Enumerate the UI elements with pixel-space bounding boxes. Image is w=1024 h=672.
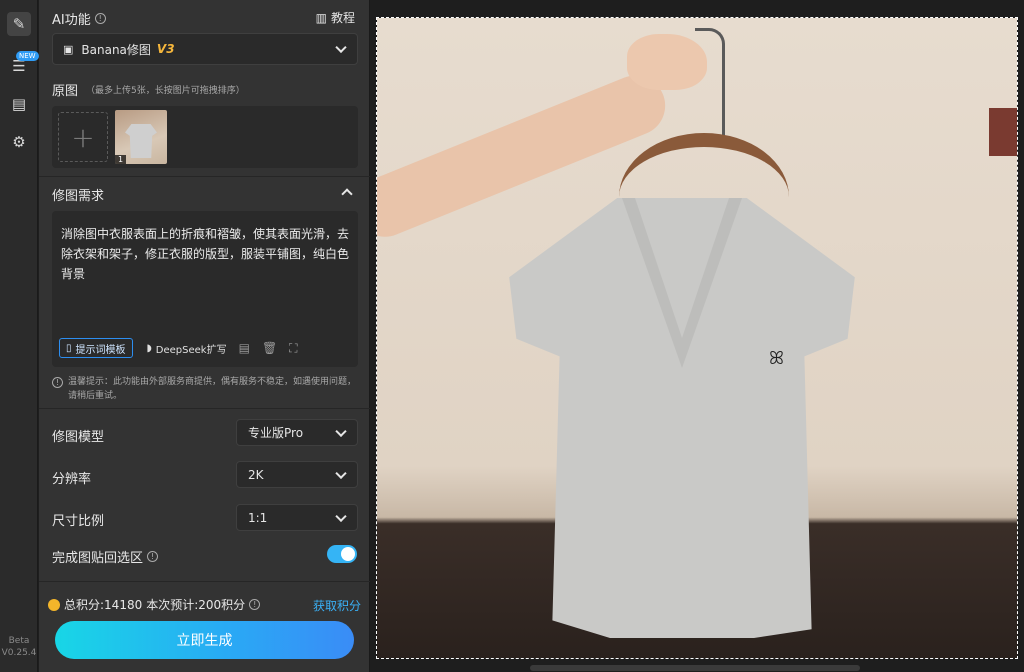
gear-icon[interactable]: ⚙ (7, 130, 31, 154)
divider (39, 581, 370, 582)
deepseek-label: DeepSeek扩写 (155, 344, 227, 356)
version-beta: Beta (8, 636, 30, 646)
thumbnail-index: 1 (115, 155, 127, 164)
book-icon: ▥ (315, 10, 327, 25)
divider (39, 176, 370, 177)
ratio-label: 尺寸比例 (52, 514, 105, 529)
points-summary: 总积分:14180 本次预计:200积分 ! (48, 596, 261, 613)
ai-panel: AI功能 ! ▥ 教程 ▣ Banana修图 V3 原图 （最多上传5张，长按图… (39, 0, 370, 672)
service-tip: ! 温馨提示：此功能由外部服务商提供，偶有服务不稳定，如遇使用问题，请稍后重试。 (52, 375, 358, 403)
whale-icon: ◗ (146, 342, 152, 354)
paste-back-toggle[interactable] (327, 545, 357, 563)
info-icon[interactable]: ! (94, 13, 106, 24)
chevron-down-icon (335, 510, 347, 522)
tip-text: 温馨提示：此功能由外部服务商提供，偶有服务不稳定，如遇使用问题，请稍后重试。 (68, 377, 357, 401)
original-title: 原图 （最多上传5张，长按图片可拖拽排序） (52, 80, 245, 99)
info-icon[interactable]: ! (147, 551, 159, 562)
deepseek-expand-button[interactable]: ◗ DeepSeek扩写 (147, 341, 227, 356)
resolution-dropdown[interactable]: 2K (236, 461, 358, 488)
product-photo: ꕤ (377, 18, 1017, 658)
edit-model-label: 修图模型 (52, 430, 105, 445)
background-tag (989, 108, 1017, 156)
ratio-dropdown[interactable]: 1:1 (236, 504, 358, 531)
version-number: V0.25.4 (1, 648, 37, 658)
prompt-template-button[interactable]: ▯ 提示词模板 (59, 338, 133, 358)
get-points-link[interactable]: 获取积分 (313, 597, 361, 614)
model-version-badge: V3 (156, 42, 175, 56)
tutorial-label: 教程 (330, 11, 355, 25)
paste-back-label: 完成图贴回选区 (52, 551, 144, 566)
requirement-title: 修图需求 (52, 185, 104, 204)
estimated-points: 本次预计:200积分 (146, 598, 246, 612)
ratio-value: 1:1 (248, 510, 268, 525)
resolution-label: 分辨率 (52, 472, 92, 487)
history-icon[interactable]: ▤ (239, 341, 250, 355)
tutorial-link[interactable]: ▥ 教程 (316, 9, 355, 26)
chevron-up-icon[interactable] (341, 188, 353, 200)
image-thumbnail[interactable]: 1 (115, 110, 167, 164)
chevron-down-icon (335, 425, 347, 437)
image-canvas[interactable]: ꕤ (371, 0, 1024, 672)
info-icon: ! (52, 377, 63, 388)
info-icon[interactable]: ! (249, 599, 261, 610)
generate-button[interactable]: 立即生成 (55, 621, 354, 659)
chevron-down-icon (335, 467, 347, 479)
original-label: 原图 (52, 84, 79, 99)
add-image-button[interactable]: + (58, 112, 108, 162)
divider (39, 408, 370, 409)
ai-function-title: AI功能 ! (52, 9, 106, 28)
image-icon: ▣ (63, 42, 74, 56)
clipboard-icon[interactable]: ▤ (7, 92, 31, 116)
edit-model-value: 专业版Pro (248, 426, 304, 440)
prompt-toolbar: ▯ 提示词模板 ◗ DeepSeek扩写 ▤ 🗑 ⛶ (59, 337, 350, 359)
template-icon: ▯ (66, 342, 72, 354)
resolution-value: 2K (248, 467, 264, 482)
total-points: 总积分:14180 (64, 598, 143, 612)
prompt-textarea[interactable]: 消除图中衣服表面上的折痕和褶皱，使其表面光滑，去除衣架和架子，修正衣服的版型，服… (52, 211, 358, 367)
hanger-hook (695, 28, 725, 138)
ai-function-label: AI功能 (52, 13, 91, 28)
edit-pen-icon[interactable]: ✎ (7, 12, 31, 36)
thumbnail-shirt (125, 124, 157, 158)
edit-model-dropdown[interactable]: 专业版Pro (236, 419, 358, 446)
bow-embroidery-icon: ꕤ (769, 348, 784, 369)
model-name: Banana修图 (81, 42, 151, 57)
chevron-down-icon (335, 41, 347, 54)
fullscreen-icon[interactable]: ⛶ (289, 341, 297, 356)
tool-rail: ✎ ☰ NEW ▤ ⚙ Beta V0.25.4 (0, 0, 39, 672)
new-badge: NEW (16, 51, 39, 61)
trash-icon[interactable]: 🗑 (262, 341, 277, 355)
requirement-label: 修图需求 (52, 189, 105, 204)
upload-area: + 1 (52, 106, 358, 168)
model-dropdown[interactable]: ▣ Banana修图 V3 (52, 33, 358, 65)
horizontal-scrollbar[interactable] (530, 665, 860, 671)
original-hint: （最多上传5张，长按图片可拖拽排序） (86, 86, 245, 96)
coin-icon (48, 598, 60, 611)
prompt-text[interactable]: 消除图中衣服表面上的折痕和褶皱，使其表面光滑，去除衣架和架子，修正衣服的版型，服… (61, 224, 351, 284)
paste-back-row: 完成图贴回选区 ! (52, 547, 159, 566)
prompt-template-label: 提示词模板 (75, 344, 126, 356)
